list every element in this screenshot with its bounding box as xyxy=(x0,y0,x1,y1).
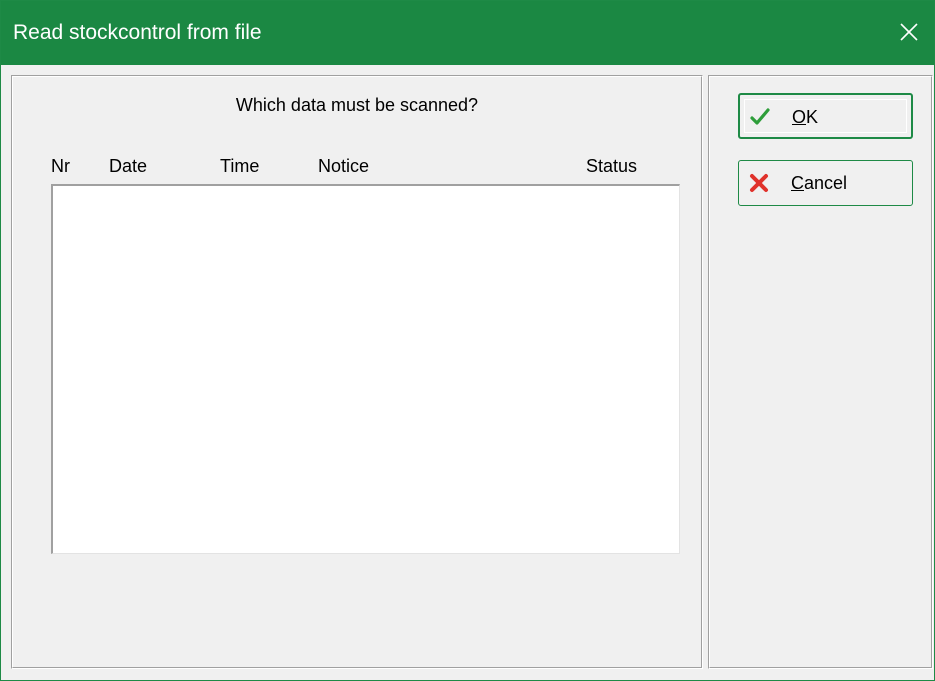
ok-button-label: OK xyxy=(792,107,819,127)
column-header-nr: Nr xyxy=(51,156,70,176)
close-button[interactable] xyxy=(884,1,934,65)
column-header-date: Date xyxy=(109,156,148,176)
cancel-button[interactable]: Cancel xyxy=(738,160,913,206)
ok-button[interactable]: OK xyxy=(738,93,913,139)
scan-data-listbox[interactable] xyxy=(51,184,680,554)
title-bar[interactable]: Read stockcontrol from file xyxy=(1,1,934,65)
window-title: Read stockcontrol from file xyxy=(13,21,262,44)
x-icon xyxy=(750,174,768,192)
cancel-button-label: Cancel xyxy=(791,173,848,193)
dialog-window: Read stockcontrol from file Which data m… xyxy=(0,0,935,681)
question-label: Which data must be scanned? xyxy=(235,95,479,115)
column-header-time: Time xyxy=(220,156,260,176)
column-header-status: Status xyxy=(586,156,638,176)
column-header-notice: Notice xyxy=(318,156,370,176)
checkmark-icon xyxy=(750,108,770,125)
close-icon xyxy=(900,23,918,41)
